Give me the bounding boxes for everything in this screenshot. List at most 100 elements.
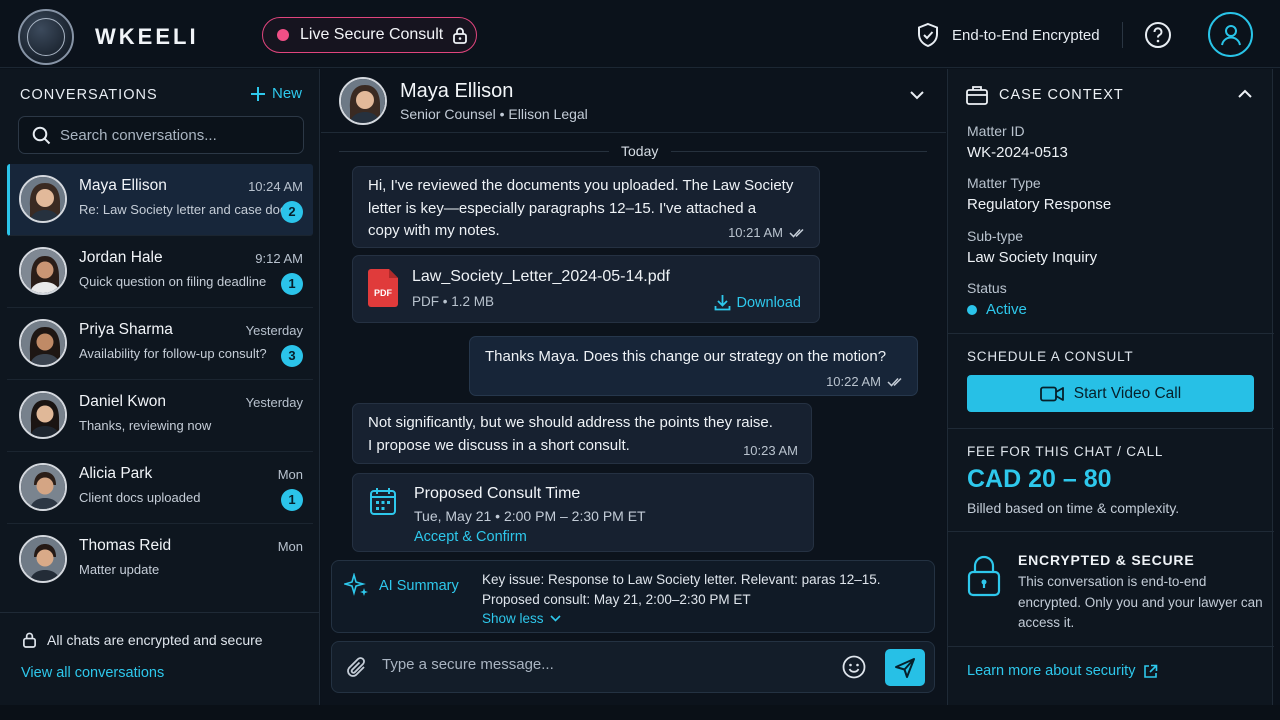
subtype-value: Law Society Inquiry <box>967 249 1098 266</box>
chevron-up-icon[interactable] <box>1238 89 1252 98</box>
conversation-time: Mon <box>277 467 303 482</box>
status-label: Status <box>967 280 1007 296</box>
brand-name: WKEELI <box>95 24 199 49</box>
conversation-item[interactable]: Thomas Reid Mon Matter update <box>7 524 313 596</box>
matter-id-value: WK-2024-0513 <box>967 144 1068 161</box>
subtype-label: Sub-type <box>967 228 1024 244</box>
send-button[interactable] <box>885 649 925 686</box>
lock-icon <box>23 632 36 648</box>
help-button[interactable] <box>1144 21 1172 49</box>
encrypted-secure-title: ENCRYPTED & SECURE <box>1018 552 1195 568</box>
avatar <box>19 247 67 295</box>
conversation-time: Yesterday <box>245 395 303 410</box>
paperclip-icon[interactable] <box>346 656 368 680</box>
conversation-item[interactable]: Alicia Park Mon Client docs uploaded 1 <box>7 452 313 524</box>
sidebar-title: CONVERSATIONS <box>20 87 158 103</box>
avatar <box>19 391 67 439</box>
unread-badge: 3 <box>281 345 303 367</box>
double-check-icon <box>887 377 902 387</box>
day-divider-label: Today <box>611 143 669 159</box>
plus-icon <box>251 86 265 101</box>
live-secure-consult-pill[interactable]: Live Secure Consult <box>262 17 477 53</box>
message-bubble-incoming: Hi, I've reviewed the documents you uplo… <box>352 166 820 248</box>
user-icon <box>1220 24 1241 45</box>
download-button[interactable]: Download <box>714 294 802 311</box>
start-video-call-button[interactable]: Start Video Call <box>967 375 1254 412</box>
chevron-down-icon[interactable] <box>910 91 924 100</box>
calendar-icon <box>370 488 396 515</box>
conversation-item[interactable]: Priya Sharma Yesterday Availability for … <box>7 308 313 380</box>
view-all-conversations-link[interactable]: View all conversations <box>21 665 164 681</box>
conversation-name: Jordan Hale <box>79 249 163 266</box>
ai-summary-text: Key issue: Response to Law Society lette… <box>482 572 881 607</box>
chat-panel: Maya Ellison Senior Counsel • Ellison Le… <box>321 69 946 705</box>
message-bubble-incoming: Not significantly, but we should address… <box>352 403 812 464</box>
briefcase-icon <box>966 86 988 105</box>
matter-type-label: Matter Type <box>967 175 1041 191</box>
lock-icon <box>452 26 468 44</box>
ai-summary-label: AI Summary <box>344 573 459 599</box>
ai-summary-box: AI Summary Key issue: Response to Law So… <box>331 560 935 633</box>
new-button-label: New <box>272 85 303 102</box>
learn-more-security-link[interactable]: Learn more about security <box>967 663 1158 679</box>
conversation-name: Maya Ellison <box>79 177 167 194</box>
message-text: Thanks Maya. Does this change our strate… <box>485 348 887 365</box>
search-box[interactable] <box>18 116 304 154</box>
encryption-indicator: End-to-End Encrypted <box>916 22 1100 48</box>
lock-icon <box>967 555 1001 597</box>
conversation-item[interactable]: Maya Ellison 10:24 AM Re: Law Society le… <box>7 164 313 236</box>
avatar <box>339 77 387 125</box>
chevron-down-icon <box>549 615 561 622</box>
brand-logo-icon <box>18 9 74 65</box>
day-divider: Today <box>339 142 927 160</box>
case-context-title: CASE CONTEXT <box>999 87 1124 103</box>
file-meta: PDF • 1.2 MB <box>412 294 494 309</box>
conversations-sidebar: CONVERSATIONS New Maya Ellison 10:24 AM … <box>0 69 320 705</box>
case-context-panel: CASE CONTEXT Matter ID WK-2024-0513 Matt… <box>947 69 1274 705</box>
shield-check-icon <box>916 22 940 48</box>
consult-proposal-card: Proposed Consult Time Tue, May 21 • 2:00… <box>352 473 814 552</box>
download-label: Download <box>736 294 802 311</box>
message-text: Not significantly, but we should address… <box>368 414 773 454</box>
conversation-preview: Quick question on filing deadline <box>79 274 267 289</box>
new-conversation-button[interactable]: New <box>250 85 302 102</box>
conversation-name: Thomas Reid <box>79 537 172 554</box>
help-icon <box>1145 22 1171 48</box>
avatar <box>19 175 67 223</box>
pdf-file-icon: PDF <box>368 269 398 307</box>
accept-confirm-link[interactable]: Accept & Confirm <box>414 529 527 545</box>
emoji-icon[interactable] <box>842 655 866 679</box>
status-badge: Active <box>967 301 1027 318</box>
conversation-list: Maya Ellison 10:24 AM Re: Law Society le… <box>0 164 320 596</box>
conversation-preview: Re: Law Society letter and case docs <box>79 202 293 217</box>
avatar <box>19 535 67 583</box>
encryption-label: End-to-End Encrypted <box>952 26 1100 44</box>
message-composer <box>331 641 935 693</box>
live-status-dot <box>277 29 289 41</box>
show-less-toggle[interactable]: Show less <box>482 611 561 626</box>
message-bubble-outgoing: Thanks Maya. Does this change our strate… <box>469 336 918 396</box>
conversation-time: Yesterday <box>245 323 303 338</box>
header-divider <box>1122 22 1123 48</box>
sparkle-icon <box>344 573 368 596</box>
consult-title: Proposed Consult Time <box>414 485 581 502</box>
message-time: 10:21 AM <box>728 225 807 240</box>
conversation-item[interactable]: Daniel Kwon Yesterday Thanks, reviewing … <box>7 380 313 452</box>
message-input[interactable] <box>382 656 822 673</box>
secure-notice-text: All chats are encrypted and secure <box>47 631 263 648</box>
avatar <box>19 319 67 367</box>
conversation-name: Priya Sharma <box>79 321 173 338</box>
profile-button[interactable] <box>1208 12 1253 57</box>
video-camera-icon <box>1039 386 1064 401</box>
matter-type-value: Regulatory Response <box>967 196 1112 213</box>
file-name: Law_Society_Letter_2024-05-14.pdf <box>412 268 670 285</box>
live-pill-label: Live Secure Consult <box>300 26 444 43</box>
search-input[interactable] <box>60 126 280 144</box>
schedule-title: SCHEDULE A CONSULT <box>967 349 1134 364</box>
conversation-item[interactable]: Jordan Hale 9:12 AM Quick question on fi… <box>7 236 313 308</box>
double-check-icon <box>789 228 804 238</box>
fee-value: CAD 20 – 80 <box>967 465 1112 493</box>
file-attachment[interactable]: PDF Law_Society_Letter_2024-05-14.pdf PD… <box>352 255 820 323</box>
conversation-name: Alicia Park <box>79 465 153 482</box>
avatar <box>19 463 67 511</box>
